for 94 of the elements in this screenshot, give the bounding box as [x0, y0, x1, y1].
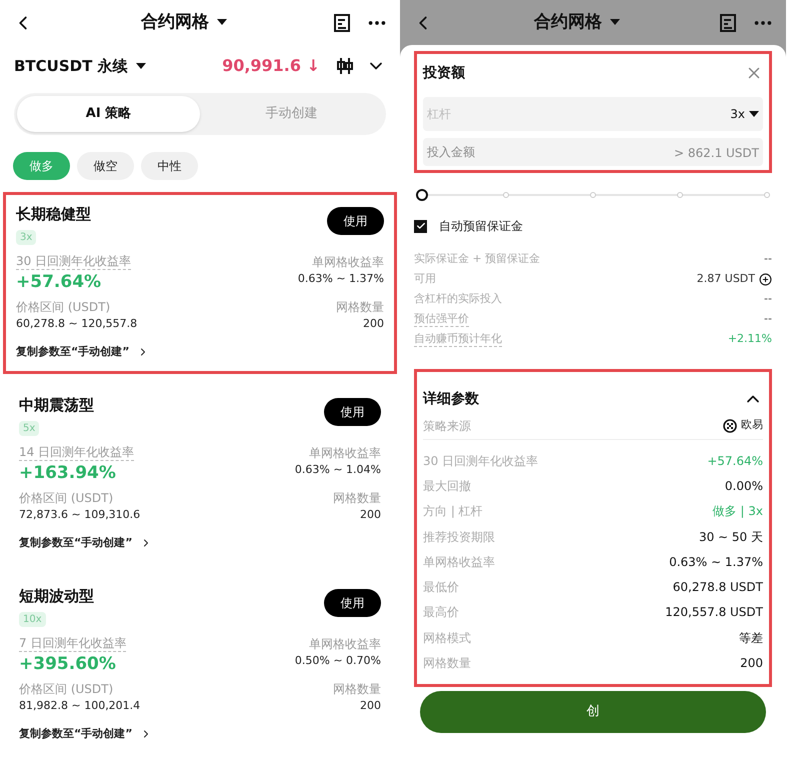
document-icon[interactable] [334, 14, 350, 32]
detail-value: 做多 | 3x [712, 503, 763, 520]
check-icon [416, 221, 426, 231]
detail-value: 0.63% ~ 1.37% [669, 554, 763, 571]
detail-label: 网格模式 [423, 630, 471, 647]
detail-value: 欧易 [741, 417, 763, 434]
leverage-tag: 5x [19, 420, 40, 436]
strategy-name: 中期震荡型 [19, 395, 94, 416]
leverage-tag: 10x [19, 612, 46, 626]
return-label: 7 日回测年化收益率 [19, 634, 126, 652]
return-value: +395.60% [19, 652, 117, 676]
grid-return-value: 0.63% ~ 1.37% [298, 270, 384, 286]
detail-value: +57.64% [707, 452, 763, 470]
range-value: 60,278.8 ~ 120,557.8 [16, 316, 138, 332]
range-label: 价格区间 (USDT) [19, 490, 114, 506]
detail-label: 网格数量 [423, 655, 471, 672]
range-value: 81,982.8 ~ 100,201.4 [19, 698, 140, 714]
detail-label: 策略来源 [423, 418, 471, 434]
checkbox[interactable] [414, 220, 427, 232]
strategy-name: 长期稳健型 [16, 204, 91, 225]
info-label: 含杠杆的实际投入 [414, 292, 502, 306]
range-value: 72,873.6 ~ 109,310.6 [19, 506, 140, 522]
info-label: 自动赚币预计年化 [414, 332, 502, 346]
direction-chip[interactable]: 做空 [77, 152, 134, 180]
copy-params-link[interactable]: 复制参数至“手动创建” [16, 344, 130, 360]
return-label: 14 日回测年化收益率 [19, 444, 134, 460]
grid-return-label: 单网格收益率 [309, 444, 381, 462]
use-button[interactable]: 使用 [324, 589, 381, 617]
use-button[interactable]: 使用 [324, 398, 381, 426]
grid-count-label: 网格数量 [333, 490, 381, 506]
caret-icon [217, 19, 227, 26]
caret-icon [749, 110, 759, 118]
range-label: 价格区间 (USDT) [16, 298, 112, 316]
checkbox-label: 自动预留保证金 [439, 218, 523, 235]
caret-icon [136, 62, 146, 70]
detail-value: 120,557.8 USDT [665, 604, 763, 622]
detail-label: 30 日回测年化收益率 [423, 452, 538, 470]
grid-count-label: 网格数量 [333, 680, 381, 698]
detail-label: 最低价 [423, 579, 459, 596]
grid-count-label: 网格数量 [336, 298, 384, 316]
candlestick-icon[interactable] [336, 57, 354, 75]
detail-label: 单网格收益率 [423, 554, 495, 571]
info-value: -- [764, 290, 772, 307]
info-value: 2.87 USDT [696, 270, 755, 287]
info-value: -- [764, 250, 772, 267]
direction-chip[interactable]: 中性 [141, 152, 198, 180]
detail-label: 最高价 [423, 604, 459, 622]
detail-value: 0.00% [724, 478, 763, 495]
section-title: 详细参数 [423, 390, 479, 408]
use-button[interactable]: 使用 [327, 207, 384, 235]
detail-value: 30 ~ 50 天 [698, 528, 763, 546]
leverage-value: 3x [730, 106, 745, 123]
section-title: 投资额 [423, 64, 465, 82]
leverage-tag: 3x [16, 230, 36, 244]
strategy-name: 短期波动型 [19, 586, 94, 607]
symbol-name[interactable]: BTCUSDT 永续 [14, 54, 128, 78]
grid-count-value: 200 [360, 506, 381, 522]
copy-params-link[interactable]: 复制参数至“手动创建” [19, 535, 132, 552]
create-button[interactable]: 创 [420, 690, 766, 733]
page-title[interactable]: 合约网格 [534, 10, 602, 36]
amount-slider[interactable] [416, 189, 770, 201]
add-icon[interactable] [759, 272, 772, 286]
document-icon[interactable] [720, 14, 736, 32]
page-title[interactable]: 合约网格 [141, 10, 209, 36]
detail-label: 方向 | 杠杆 [423, 503, 483, 520]
grid-count-value: 200 [363, 316, 384, 332]
detail-label: 最大回撤 [423, 478, 471, 495]
detail-value: 60,278.8 USDT [672, 579, 763, 596]
info-label: 实际保证金 + 预留保证金 [414, 252, 540, 266]
price-value: 90,991.6 ↓ [222, 55, 320, 77]
info-label: 可用 [414, 272, 436, 286]
leverage-field[interactable]: 杠杆 3x [423, 97, 763, 131]
grid-return-label: 单网格收益率 [309, 636, 381, 652]
info-value: -- [764, 310, 772, 327]
return-label: 30 日回测年化收益率 [16, 252, 132, 270]
grid-return-value: 0.50% ~ 0.70% [294, 652, 381, 668]
range-label: 价格区间 (USDT) [19, 680, 114, 698]
leverage-label: 杠杆 [427, 106, 451, 123]
info-label: 预估强平价 [414, 312, 469, 326]
return-value: +163.94% [19, 462, 117, 484]
grid-count-value: 200 [360, 698, 381, 714]
copy-params-link[interactable]: 复制参数至“手动创建” [19, 726, 132, 742]
return-value: +57.64% [16, 270, 102, 294]
exchange-logo-icon [723, 418, 737, 432]
grid-return-label: 单网格收益率 [312, 254, 384, 270]
detail-label: 推荐投资期限 [423, 528, 495, 546]
caret-icon [610, 19, 620, 26]
minimum-hint: > 862.1 USDT [674, 145, 759, 162]
detail-value: 200 [740, 655, 763, 672]
grid-return-value: 0.63% ~ 1.04% [294, 462, 381, 478]
slider-thumb[interactable] [416, 189, 428, 201]
detail-value: 等差 [739, 630, 763, 647]
mode-tab[interactable]: AI 策略 [17, 96, 200, 132]
info-value: +2.11% [728, 330, 772, 347]
